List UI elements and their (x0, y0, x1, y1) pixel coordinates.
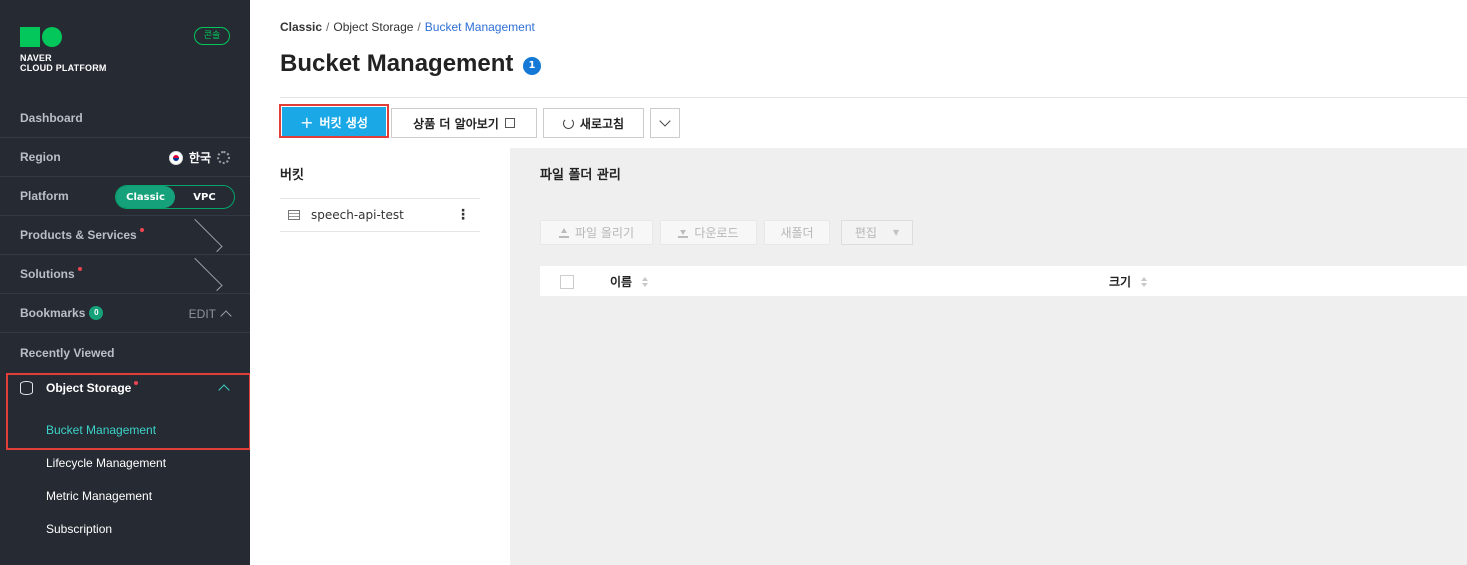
logo-mark-icon (20, 27, 107, 47)
solutions-label: Solutions (20, 267, 75, 281)
naver-cloud-logo[interactable]: NAVER CLOUD PLATFORM (20, 27, 107, 73)
logo-line2: CLOUD PLATFORM (20, 63, 107, 73)
chevron-down-icon (659, 115, 671, 127)
upload-file-button[interactable]: 파일 올리기 (540, 220, 653, 245)
column-size-label: 크기 (1109, 275, 1132, 289)
new-dot-icon (77, 267, 82, 271)
download-button[interactable]: 다운로드 (660, 220, 757, 245)
sidebar: NAVER CLOUD PLATFORM 콘솔 Dashboard Region… (0, 0, 251, 565)
platform-classic-option[interactable]: Classic (116, 186, 175, 208)
platform-toggle[interactable]: Classic VPC (115, 185, 235, 209)
refresh-icon (562, 117, 574, 129)
file-panel-title: 파일 폴더 관리 (540, 168, 621, 183)
select-all-checkbox[interactable] (560, 275, 574, 289)
bucket-name: speech-api-test (311, 208, 404, 222)
korea-flag-icon (168, 150, 183, 165)
column-size-header[interactable]: 크기 (1109, 273, 1148, 290)
refresh-label: 새로고침 (579, 116, 625, 131)
sidebar-item-bookmarks[interactable]: Bookmarks 0 EDIT (0, 294, 250, 333)
divider (280, 97, 1467, 98)
platform-vpc-option[interactable]: VPC (175, 186, 234, 208)
bucket-icon (288, 210, 300, 220)
gear-icon[interactable] (217, 151, 230, 164)
bucket-list-item[interactable]: speech-api-test ⋮ (280, 198, 480, 232)
file-folder-panel: 파일 폴더 관리 파일 올리기 다운로드 새폴더 편집 ▼ 이름 크기 (510, 148, 1467, 565)
column-name-header[interactable]: 이름 (610, 273, 649, 290)
region-value[interactable]: 한국 (189, 149, 211, 166)
products-services-label: Products & Services (20, 228, 137, 242)
chevron-right-icon (189, 257, 223, 292)
download-label: 다운로드 (694, 226, 739, 240)
sidebar-item-recently-viewed[interactable]: Recently Viewed (0, 333, 250, 372)
caret-down-icon: ▼ (892, 228, 900, 237)
highlight-box (6, 373, 251, 450)
console-badge[interactable]: 콘솔 (194, 27, 230, 45)
sidebar-subitem-lifecycle-management[interactable]: Lifecycle Management (46, 456, 166, 470)
logo-line1: NAVER (20, 53, 52, 63)
info-badge[interactable]: 1 (523, 57, 541, 75)
bookmarks-edit-button[interactable]: EDIT (189, 307, 216, 321)
new-folder-label: 새폴더 (780, 226, 814, 240)
breadcrumb-object-storage[interactable]: Object Storage (333, 20, 413, 34)
file-table-header: 이름 크기 (540, 266, 1467, 296)
more-dropdown-button[interactable] (650, 108, 680, 138)
region-label: Region (20, 150, 61, 164)
sort-icon (1141, 276, 1148, 287)
breadcrumb-bucket-management[interactable]: Bucket Management (425, 20, 535, 34)
sort-icon (642, 276, 649, 287)
learn-more-label: 상품 더 알아보기 (413, 116, 499, 131)
breadcrumb: Classic / Object Storage / Bucket Management (280, 20, 535, 34)
chevron-up-icon[interactable] (220, 309, 232, 322)
sidebar-subitem-subscription[interactable]: Subscription (46, 522, 112, 536)
upload-icon (558, 227, 569, 238)
bookmarks-label: Bookmarks (20, 306, 86, 320)
breadcrumb-classic[interactable]: Classic (280, 20, 322, 34)
new-dot-icon (139, 228, 144, 232)
recently-viewed-label: Recently Viewed (20, 345, 115, 360)
platform-label: Platform (20, 189, 69, 203)
new-folder-button[interactable]: 새폴더 (764, 220, 830, 245)
sidebar-item-solutions[interactable]: Solutions (0, 255, 250, 294)
download-icon (678, 228, 689, 238)
upload-file-label: 파일 올리기 (574, 226, 634, 240)
sidebar-subitem-metric-management[interactable]: Metric Management (46, 489, 152, 503)
external-link-icon (504, 118, 515, 128)
bookmarks-count-badge: 0 (89, 306, 104, 320)
kebab-menu-icon[interactable]: ⋮ (456, 208, 470, 222)
column-name-label: 이름 (610, 275, 633, 289)
edit-label: 편집 (854, 226, 877, 240)
sidebar-item-dashboard[interactable]: Dashboard (0, 99, 250, 138)
edit-dropdown-button[interactable]: 편집 ▼ (841, 220, 913, 245)
sidebar-item-region: Region 한국 (0, 138, 250, 177)
learn-more-button[interactable]: 상품 더 알아보기 (391, 108, 537, 138)
bucket-panel: 버킷 speech-api-test ⋮ (250, 148, 510, 565)
bucket-panel-title: 버킷 (280, 168, 304, 183)
page-title: Bucket Management (280, 50, 514, 77)
chevron-right-icon (189, 218, 223, 253)
dashboard-label: Dashboard (20, 111, 83, 125)
sidebar-item-products-services[interactable]: Products & Services (0, 216, 250, 255)
refresh-button[interactable]: 새로고침 (543, 108, 644, 138)
highlight-box (279, 104, 389, 138)
